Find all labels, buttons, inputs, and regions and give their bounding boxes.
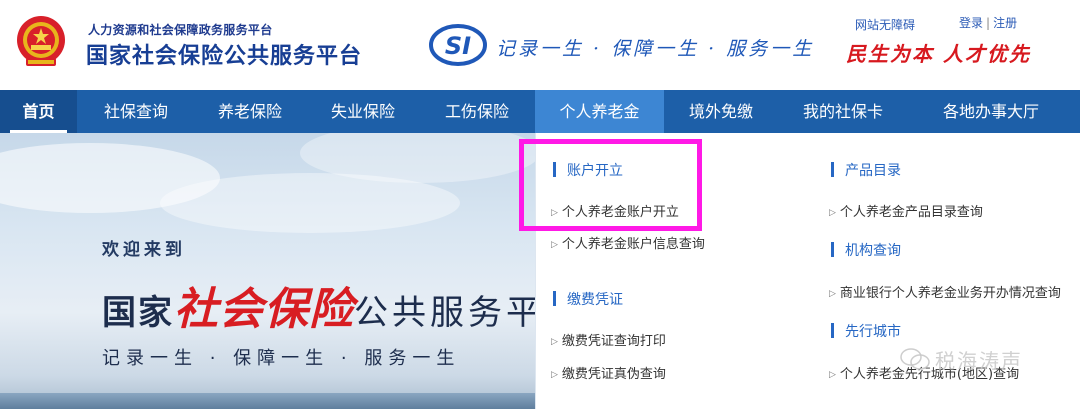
section-pilot-cities: 先行城市 — [831, 321, 901, 341]
section-product-catalog: 产品目录 — [831, 160, 901, 180]
link-label: 个人养老金账户信息查询 — [561, 237, 705, 252]
section-institution-query: 机构查询 — [831, 240, 901, 260]
nav-item-injury-insurance[interactable]: 工伤保险 — [429, 90, 525, 133]
register-link[interactable]: 注册 — [993, 16, 1017, 30]
triangle-right-icon: ▷ — [829, 289, 836, 299]
triangle-right-icon: ▷ — [551, 370, 558, 380]
svg-text:SI: SI — [445, 32, 471, 60]
triangle-right-icon: ▷ — [829, 208, 836, 218]
link-label: 商业银行个人养老金业务开办情况查询 — [839, 286, 1061, 301]
triangle-right-icon: ▷ — [829, 370, 836, 380]
nav-item-personal-pension[interactable]: 个人养老金 — [535, 90, 664, 133]
login-register-links: 登录 | 注册 — [959, 14, 1017, 31]
main-nav: 首页 社保查询 养老保险 失业保险 工伤保险 个人养老金 境外免缴 我的社保卡 … — [0, 90, 1080, 133]
highlight-box — [519, 139, 702, 231]
city-skyline — [0, 393, 540, 409]
triangle-right-icon: ▷ — [551, 337, 558, 347]
org-subtitle: 人力资源和社会保障政务服务平台 — [88, 23, 273, 37]
login-separator: | — [986, 16, 991, 30]
hero-title: 国家社会保险公共服务平 — [102, 273, 540, 337]
watermark-text: 税海涛声 — [935, 349, 1023, 373]
hero-title-part-a: 国家 — [102, 293, 174, 333]
login-link[interactable]: 登录 — [959, 16, 983, 30]
nav-item-social-security-query[interactable]: 社保查询 — [88, 90, 184, 133]
hero-subtitle: 记录一生 · 保障一生 · 服务一生 — [102, 348, 461, 369]
nav-item-local-service-halls[interactable]: 各地办事大厅 — [914, 90, 1068, 133]
nav-item-home[interactable]: 首页 — [0, 90, 77, 133]
link-voucher-print[interactable]: ▷ 缴费凭证查询打印 — [551, 330, 666, 349]
wechat-watermark-icon — [900, 348, 930, 370]
hero-banner: 欢迎来到 国家社会保险公共服务平 记录一生 · 保障一生 · 服务一生 — [0, 133, 540, 409]
accessibility-link[interactable]: 网站无障碍 — [855, 16, 915, 33]
link-pension-account-info-query[interactable]: ▷ 个人养老金账户信息查询 — [551, 233, 705, 252]
site-header: 人力资源和社会保障政务服务平台 国家社会保险公共服务平台 SI 记录一生 · 保… — [0, 0, 1080, 90]
link-label: 缴费凭证真伪查询 — [561, 367, 666, 382]
link-label: 缴费凭证查询打印 — [561, 334, 666, 349]
si-logo-icon: SI — [429, 24, 487, 66]
hero-welcome: 欢迎来到 — [102, 240, 186, 260]
nav-item-overseas-exemption[interactable]: 境外免缴 — [673, 90, 769, 133]
nav-item-my-ss-card[interactable]: 我的社保卡 — [786, 90, 900, 133]
site-title[interactable]: 国家社会保险公共服务平台 — [86, 38, 362, 70]
red-slogan: 民生为本 人才优先 — [846, 42, 1031, 66]
link-label: 个人养老金产品目录查询 — [839, 205, 983, 220]
header-slogan: 记录一生 · 保障一生 · 服务一生 — [496, 38, 815, 60]
triangle-right-icon: ▷ — [551, 240, 558, 250]
nav-item-pension-insurance[interactable]: 养老保险 — [202, 90, 298, 133]
hero-title-part-b: 社会保险 — [174, 284, 354, 335]
link-product-catalog-query[interactable]: ▷ 个人养老金产品目录查询 — [829, 201, 983, 220]
link-voucher-verify[interactable]: ▷ 缴费凭证真伪查询 — [551, 363, 666, 382]
link-bank-business-query[interactable]: ▷ 商业银行个人养老金业务开办情况查询 — [829, 282, 1061, 301]
hero-title-part-c: 公共服务平 — [354, 293, 540, 333]
national-emblem-icon — [17, 16, 65, 66]
nav-item-unemployment-insurance[interactable]: 失业保险 — [315, 90, 411, 133]
section-payment-voucher: 缴费凭证 — [553, 289, 623, 309]
